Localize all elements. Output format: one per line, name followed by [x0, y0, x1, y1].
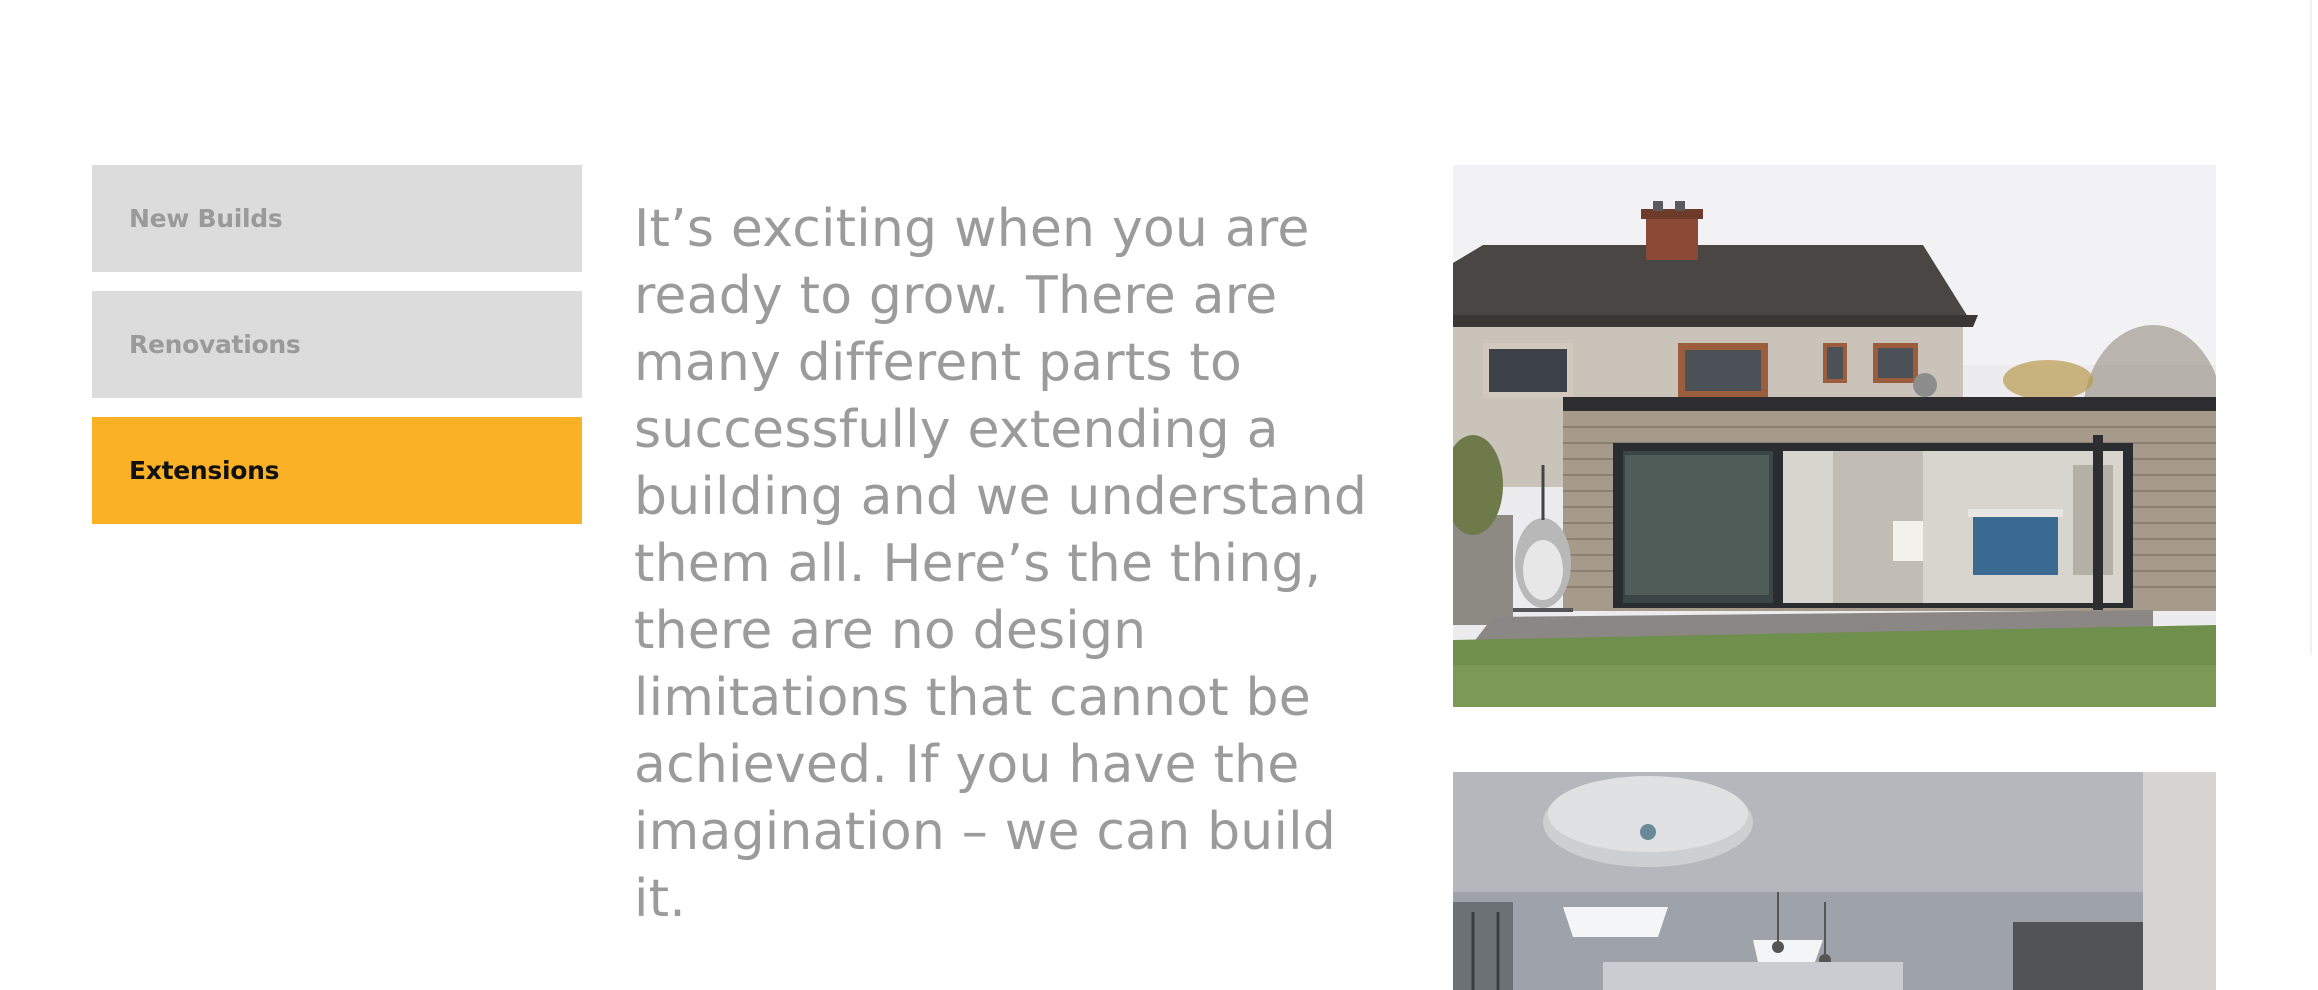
kitchen-interior-photo — [1453, 772, 2216, 990]
tab-new-builds[interactable]: New Builds — [92, 165, 582, 272]
tab-label: Extensions — [129, 456, 280, 485]
service-tabs: New Builds Renovations Extensions — [92, 165, 582, 543]
tab-label: Renovations — [129, 330, 301, 359]
tab-label: New Builds — [129, 204, 283, 233]
tab-renovations[interactable]: Renovations — [92, 291, 582, 398]
intro-paragraph: It’s exciting when you are ready to grow… — [634, 199, 1368, 929]
scrollbar-track — [2310, 0, 2312, 655]
tab-extensions[interactable]: Extensions — [92, 417, 582, 524]
house-extension-exterior-photo — [1453, 165, 2216, 707]
